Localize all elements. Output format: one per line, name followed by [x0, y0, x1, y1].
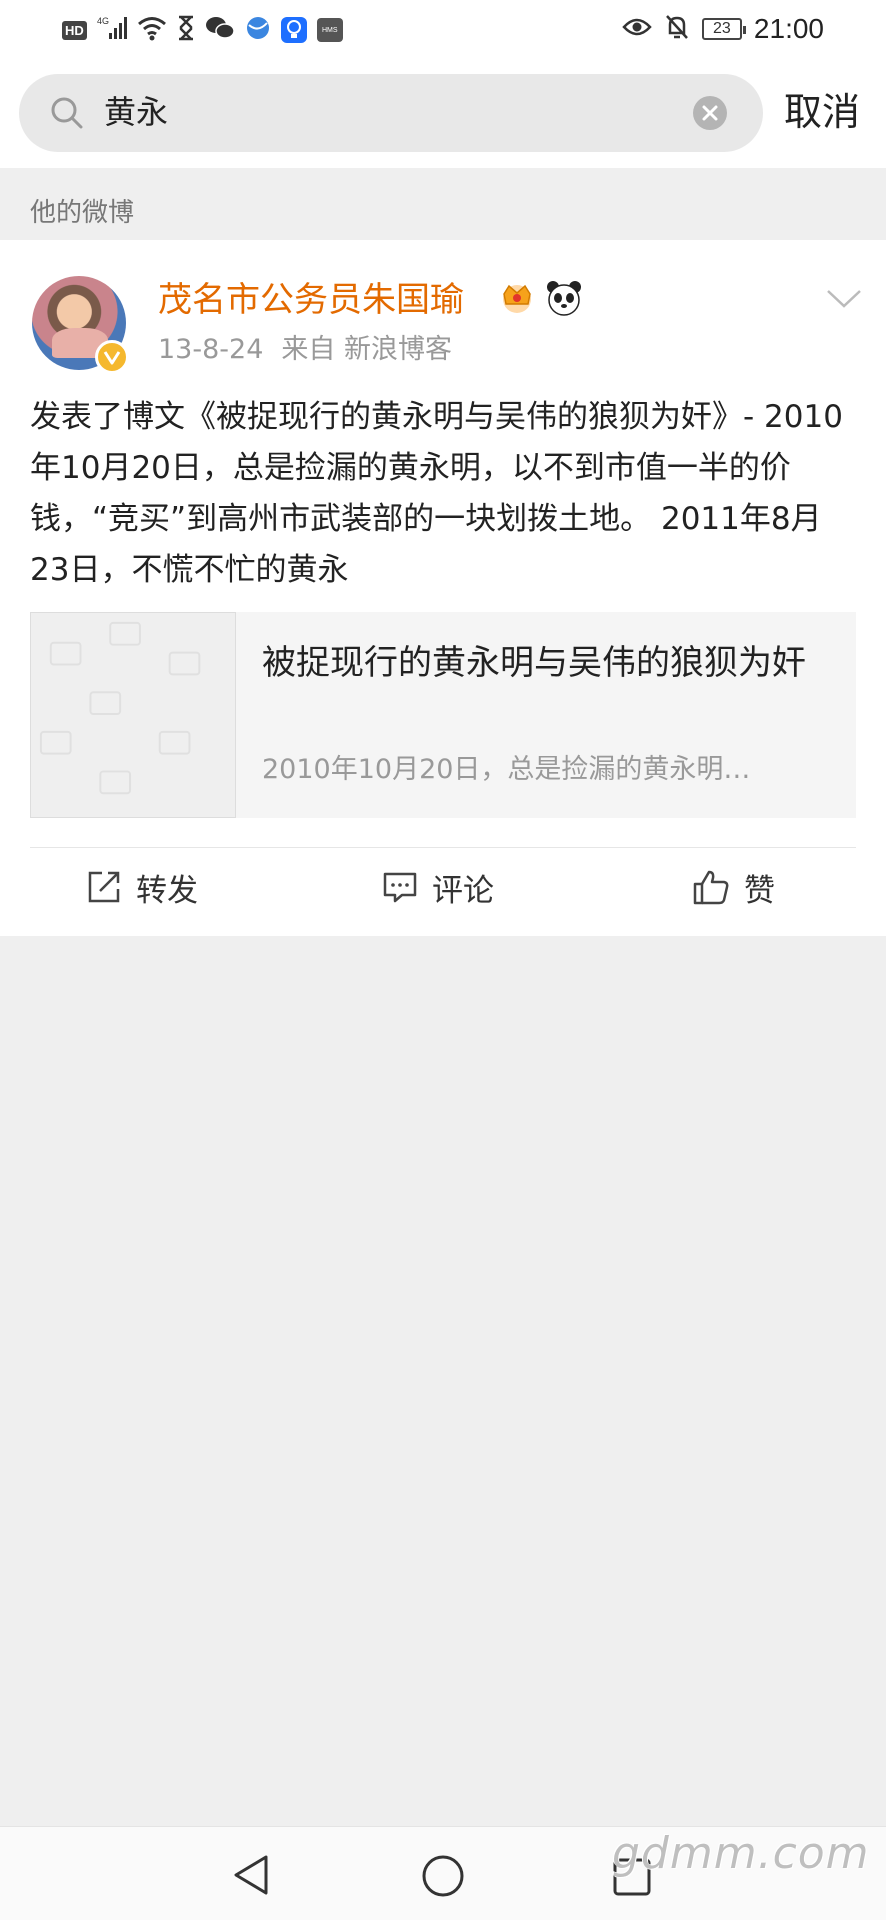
section-title: 他的微博 [30, 198, 135, 228]
share-icon [88, 871, 120, 903]
status-right-icons: 23 21:00 [622, 12, 824, 46]
weibo-post-card[interactable]: 茂名市公务员朱国瑜 13-8-24 来自 新浪博客 发表了博文《被捉现行的黄永明与… [0, 240, 886, 936]
clear-search-icon[interactable] [693, 96, 727, 130]
post-text[interactable]: 发表了博文《被捉现行的黄永明与吴伟的狼狈为奸》- 2010年10月20日，总是捡… [30, 392, 860, 596]
section-header: 他的微博 [0, 168, 886, 240]
browser-icon [245, 15, 271, 45]
like-label: 赞 [744, 872, 775, 909]
hourglass-icon [177, 15, 195, 45]
author-name[interactable]: 茂名市公务员朱国瑜 [158, 278, 464, 322]
post-meta: 13-8-24 来自 新浪博客 [158, 332, 452, 368]
status-bar: HD 4G HMS 23 21:00 [0, 0, 886, 58]
like-button[interactable]: 赞 [692, 866, 775, 909]
hd-icon: HD [62, 20, 87, 40]
network-type-label: 4G [97, 16, 109, 26]
divider [30, 847, 856, 848]
search-input[interactable]: 黄永 [104, 92, 168, 132]
wifi-icon [137, 15, 167, 45]
image-placeholder-icon [30, 612, 236, 818]
cancel-button[interactable]: 取消 [784, 86, 860, 138]
verified-badge-icon [95, 340, 129, 374]
search-bar: 黄永 取消 [0, 58, 886, 168]
bell-muted-icon [664, 13, 690, 45]
search-field[interactable]: 黄永 [19, 74, 763, 152]
search-icon [49, 95, 85, 135]
comment-icon [383, 872, 417, 903]
battery-indicator: 23 [701, 18, 746, 40]
comment-label: 评论 [432, 872, 494, 909]
post-source: 来自 新浪博客 [281, 334, 452, 365]
repost-button[interactable]: 转发 [86, 866, 198, 909]
thumbs-up-icon [693, 870, 729, 905]
post-date: 13-8-24 [158, 334, 264, 365]
wechat-icon [205, 15, 235, 45]
home-icon[interactable] [420, 1853, 466, 1903]
panda-icon [544, 278, 584, 322]
eye-icon [622, 16, 652, 42]
signal-icon: 4G [97, 15, 127, 45]
comment-button[interactable]: 评论 [382, 866, 494, 909]
blog-link-card[interactable]: 被捉现行的黄永明与吴伟的狼狈为奸 2010年10月20日，总是捡漏的黄永明… [30, 612, 856, 818]
hms-icon: HMS [316, 18, 343, 42]
crown-icon [498, 278, 536, 320]
back-icon[interactable] [230, 1853, 272, 1901]
chevron-down-icon[interactable] [826, 288, 862, 314]
link-card-description: 2010年10月20日，总是捡漏的黄永明… [262, 754, 751, 785]
repost-label: 转发 [136, 872, 198, 909]
watermark-text: gdmm.com [612, 1828, 870, 1879]
link-card-title: 被捉现行的黄永明与吴伟的狼狈为奸 [262, 643, 806, 683]
status-left-icons: HD 4G HMS [62, 14, 343, 46]
lightbulb-icon [280, 17, 307, 43]
clock: 21:00 [753, 13, 824, 44]
